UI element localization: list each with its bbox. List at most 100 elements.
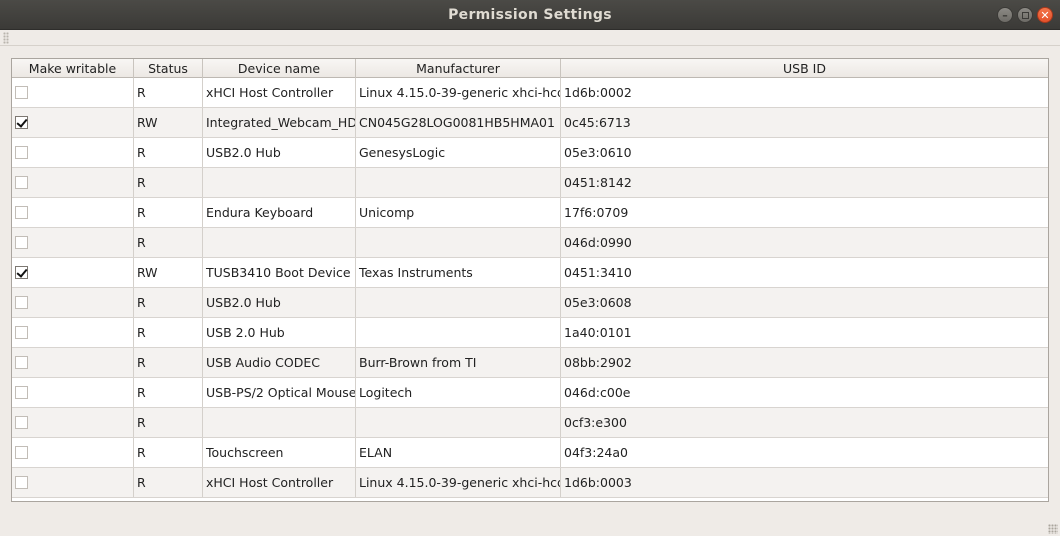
status-cell: R xyxy=(134,288,203,317)
usb-id-cell: 0c45:6713 xyxy=(564,115,631,130)
manufacturer-cell xyxy=(356,168,561,197)
table-row[interactable]: R USB2.0 Hub 05e3:0608 xyxy=(12,288,1048,318)
status-cell: R xyxy=(134,438,203,467)
table-row[interactable]: R Endura Keyboard Unicomp 17f6:0709 xyxy=(12,198,1048,228)
manufacturer-cell: ELAN xyxy=(356,438,561,467)
manufacturer-cell: Burr-Brown from TI xyxy=(356,348,561,377)
device-name-cell: USB2.0 Hub xyxy=(203,288,356,317)
device-name-cell xyxy=(203,408,356,437)
usb-id-cell: 1d6b:0002 xyxy=(564,85,632,100)
close-button[interactable]: ✕ xyxy=(1037,7,1053,23)
make-writable-cell xyxy=(12,228,134,257)
column-header-status[interactable]: Status xyxy=(134,59,203,78)
make-writable-checkbox[interactable] xyxy=(15,416,28,429)
table-row[interactable]: R Touchscreen ELAN 04f3:24a0 xyxy=(12,438,1048,468)
column-header-manufacturer[interactable]: Manufacturer xyxy=(356,59,561,78)
make-writable-cell xyxy=(12,78,134,107)
table-row[interactable]: R USB2.0 Hub GenesysLogic 05e3:0610 xyxy=(12,138,1048,168)
device-name-cell xyxy=(203,168,356,197)
toolbar-grip-icon[interactable] xyxy=(3,32,9,44)
manufacturer-cell: Unicomp xyxy=(356,198,561,227)
usb-id-cell: 1a40:0101 xyxy=(564,325,632,340)
maximize-icon xyxy=(1021,11,1029,19)
usb-id-cell: 17f6:0709 xyxy=(564,205,629,220)
maximize-button[interactable] xyxy=(1017,7,1033,23)
make-writable-cell xyxy=(12,438,134,467)
make-writable-checkbox[interactable] xyxy=(15,386,28,399)
make-writable-checkbox[interactable] xyxy=(15,476,28,489)
table-row[interactable]: RW TUSB3410 Boot Device Texas Instruments 0… xyxy=(12,258,1048,288)
status-cell: R xyxy=(134,168,203,197)
make-writable-cell xyxy=(12,468,134,497)
column-header-usb-id[interactable]: USB ID xyxy=(561,59,1048,78)
table-row[interactable]: RxHCI Host Controller Linux 4.15.0-39-gen… xyxy=(12,468,1048,498)
device-name-cell: USB Audio CODEC xyxy=(203,348,356,377)
make-writable-checkbox[interactable] xyxy=(15,236,28,249)
device-name-cell: USB2.0 Hub xyxy=(203,138,356,167)
status-cell: RW xyxy=(134,258,203,287)
status-cell: R xyxy=(134,348,203,377)
status-cell: R xyxy=(134,408,203,437)
usb-id-cell: 046d:c00e xyxy=(564,385,631,400)
usb-id-cell: 0451:8142 xyxy=(564,175,632,190)
status-cell: R xyxy=(134,228,203,257)
make-writable-checkbox[interactable] xyxy=(15,356,28,369)
usb-id-cell: 046d:0990 xyxy=(564,235,632,250)
make-writable-cell xyxy=(12,108,134,137)
resize-grip-icon[interactable] xyxy=(1048,524,1058,534)
manufacturer-cell xyxy=(356,318,561,347)
manufacturer-cell: Linux 4.15.0-39-generic xhci-hcd xyxy=(356,468,561,497)
make-writable-cell xyxy=(12,138,134,167)
toolbar-area xyxy=(0,30,1060,46)
manufacturer-cell: CN045G28LOG0081HB5HMA01 xyxy=(356,108,561,137)
make-writable-checkbox[interactable] xyxy=(15,146,28,159)
column-header-device-name[interactable]: Device name xyxy=(203,59,356,78)
manufacturer-cell xyxy=(356,288,561,317)
manufacturer-cell xyxy=(356,228,561,257)
table-row[interactable]: R 0cf3:e300 xyxy=(12,408,1048,438)
status-cell: R xyxy=(134,378,203,407)
make-writable-checkbox[interactable] xyxy=(15,86,28,99)
column-header-make-writable[interactable]: Make writable xyxy=(12,59,134,78)
device-name-cell: Touchscreen xyxy=(203,438,356,467)
usb-id-cell: 0cf3:e300 xyxy=(564,415,627,430)
close-icon: ✕ xyxy=(1040,8,1050,22)
make-writable-cell xyxy=(12,168,134,197)
device-name-cell: TUSB3410 Boot Device xyxy=(203,258,356,287)
minimize-icon: – xyxy=(1002,8,1008,22)
make-writable-checkbox[interactable] xyxy=(15,116,28,129)
make-writable-cell xyxy=(12,348,134,377)
status-cell: RW xyxy=(134,108,203,137)
table-body: RxHCI Host Controller Linux 4.15.0-39-gen… xyxy=(12,78,1048,498)
device-name-cell: Endura Keyboard xyxy=(203,198,356,227)
usb-id-cell: 08bb:2902 xyxy=(564,355,632,370)
make-writable-checkbox[interactable] xyxy=(15,206,28,219)
make-writable-cell xyxy=(12,378,134,407)
usb-id-cell: 1d6b:0003 xyxy=(564,475,632,490)
make-writable-cell xyxy=(12,408,134,437)
table-row[interactable]: R USB 2.0 Hub 1a40:0101 xyxy=(12,318,1048,348)
table-row[interactable]: R USB-PS/2 Optical Mouse Logitech 046d:c00e xyxy=(12,378,1048,408)
status-cell: R xyxy=(134,78,203,107)
usb-id-cell: 05e3:0608 xyxy=(564,295,632,310)
status-cell: R xyxy=(134,468,203,497)
table-row[interactable]: RxHCI Host Controller Linux 4.15.0-39-gen… xyxy=(12,78,1048,108)
table-row[interactable]: R 0451:8142 xyxy=(12,168,1048,198)
make-writable-checkbox[interactable] xyxy=(15,446,28,459)
make-writable-checkbox[interactable] xyxy=(15,296,28,309)
table-row[interactable]: R 046d:0990 xyxy=(12,228,1048,258)
manufacturer-cell: Linux 4.15.0-39-generic xhci-hcd xyxy=(356,78,561,107)
manufacturer-cell: Logitech xyxy=(356,378,561,407)
device-name-cell: Integrated_Webcam_HD xyxy=(203,108,356,137)
table-row[interactable]: RW Integrated_Webcam_HD CN045G28LOG0081HB5… xyxy=(12,108,1048,138)
make-writable-checkbox[interactable] xyxy=(15,266,28,279)
minimize-button[interactable]: – xyxy=(997,7,1013,23)
make-writable-checkbox[interactable] xyxy=(15,326,28,339)
device-name-cell: xHCI Host Controller xyxy=(203,468,356,497)
make-writable-cell xyxy=(12,318,134,347)
table-header: Make writable Status Device name Manufac… xyxy=(12,59,1048,78)
table-row[interactable]: R USB Audio CODEC Burr-Brown from TI 08bb:2… xyxy=(12,348,1048,378)
device-name-cell: xHCI Host Controller xyxy=(203,78,356,107)
make-writable-checkbox[interactable] xyxy=(15,176,28,189)
usb-id-cell: 05e3:0610 xyxy=(564,145,632,160)
